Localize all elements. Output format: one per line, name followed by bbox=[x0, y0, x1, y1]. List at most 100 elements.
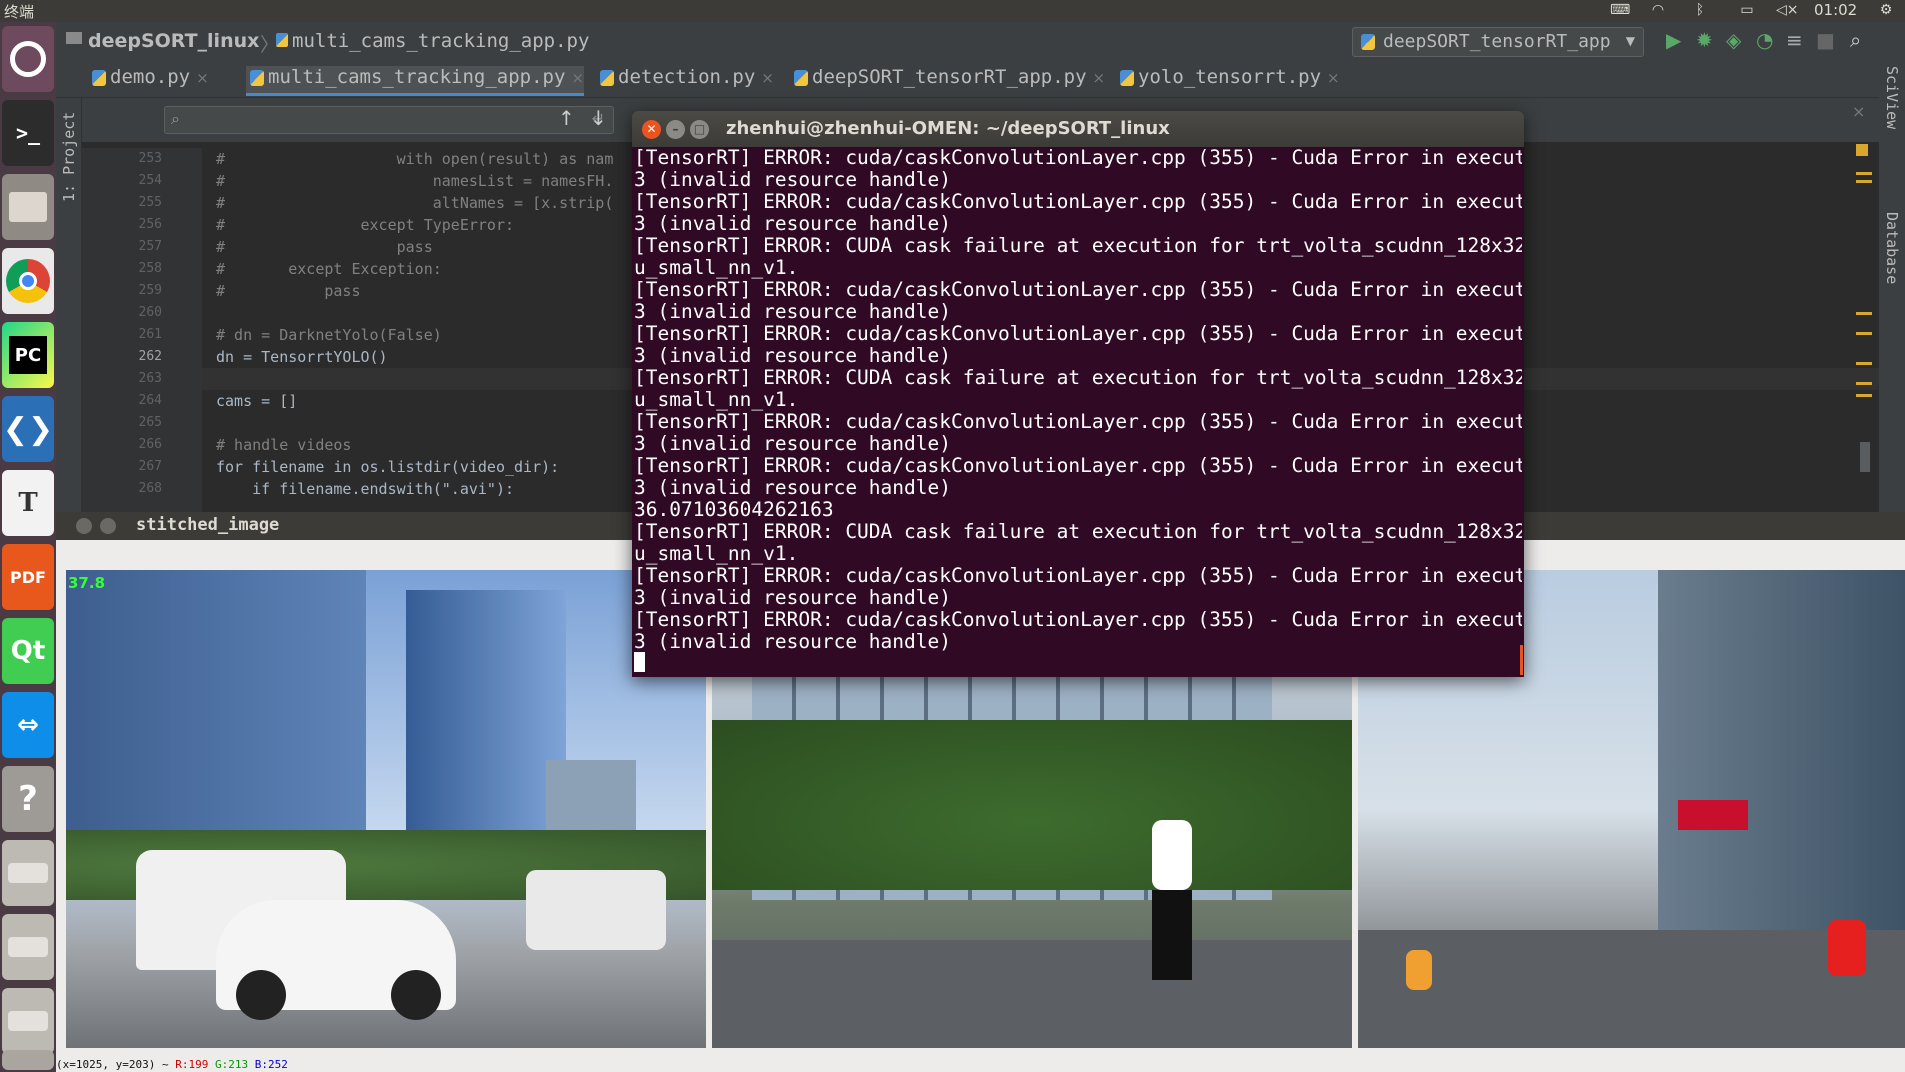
build-icon[interactable]: ≡ bbox=[1786, 28, 1803, 52]
code-line: # dn = DarknetYolo(False) bbox=[216, 326, 442, 344]
gear-icon[interactable]: ⚙ bbox=[1878, 3, 1894, 17]
teamviewer-icon[interactable]: ⇔ bbox=[2, 692, 54, 758]
profile-icon[interactable]: ◔ bbox=[1756, 28, 1773, 52]
terminal-line: [TensorRT] ERROR: cuda/caskConvolutionLa… bbox=[634, 190, 1522, 213]
error-stripe-mark[interactable] bbox=[1856, 332, 1872, 335]
tab-deepsort-tensorrt-app[interactable]: deepSORT_tensorRT_app.py × bbox=[790, 66, 1105, 96]
fps-readout: 37.8 bbox=[68, 574, 106, 592]
line-number: 263 bbox=[138, 371, 162, 386]
terminal-titlebar[interactable]: ✕ – □ zhenhui@zhenhui-OMEN: ~/deepSORT_l… bbox=[632, 111, 1524, 147]
terminal-line: 3 (invalid resource handle) bbox=[634, 586, 951, 609]
ubuntu-dash-icon[interactable] bbox=[2, 26, 54, 92]
vscode-icon[interactable]: ❮❯ bbox=[2, 396, 54, 462]
terminal-line: [TensorRT] ERROR: CUDA cask failure at e… bbox=[634, 520, 1522, 543]
tab-detection[interactable]: detection.py × bbox=[596, 66, 774, 96]
editor-scrollbar[interactable] bbox=[1860, 442, 1870, 472]
line-number: 268 bbox=[138, 481, 162, 496]
terminal-icon[interactable]: >_ bbox=[2, 100, 54, 166]
volume-mute-icon[interactable]: ◁× bbox=[1776, 3, 1799, 17]
foxit-pdf-icon[interactable]: PDF bbox=[2, 544, 54, 610]
sciview-tool-button[interactable]: SciView bbox=[1883, 66, 1901, 176]
wifi-icon[interactable]: ◠ bbox=[1650, 3, 1666, 17]
tab-yolo-tensorrt[interactable]: yolo_tensorrt.py × bbox=[1116, 66, 1340, 96]
line-number: 266 bbox=[138, 437, 162, 452]
close-icon[interactable]: × bbox=[1093, 69, 1106, 87]
files-icon[interactable] bbox=[2, 174, 54, 240]
active-app-name: 终端 bbox=[4, 3, 35, 21]
line-number: 260 bbox=[138, 305, 162, 320]
line-number: 265 bbox=[138, 415, 162, 430]
maximize-icon[interactable]: □ bbox=[690, 120, 709, 139]
error-stripe-mark[interactable] bbox=[1856, 312, 1872, 315]
breadcrumb-project[interactable]: deepSORT_linux bbox=[88, 30, 259, 52]
battery-icon[interactable]: ▭ bbox=[1734, 3, 1760, 17]
keyboard-icon[interactable]: ⌨ bbox=[1610, 3, 1630, 17]
close-icon[interactable]: × bbox=[571, 69, 584, 87]
terminal-line: [TensorRT] ERROR: cuda/caskConvolutionLa… bbox=[634, 278, 1522, 301]
minimize-icon[interactable] bbox=[100, 518, 116, 534]
trash-icon[interactable] bbox=[2, 1050, 54, 1070]
error-stripe-mark[interactable] bbox=[1856, 362, 1872, 365]
error-stripe-mark[interactable] bbox=[1856, 180, 1872, 183]
project-tool-button[interactable]: 1: Project bbox=[60, 102, 78, 202]
python-file-icon bbox=[250, 70, 264, 86]
tab-demo[interactable]: demo.py × bbox=[88, 66, 209, 96]
drive-icon[interactable] bbox=[2, 914, 54, 980]
breadcrumb-file[interactable]: multi_cams_tracking_app.py bbox=[276, 30, 589, 52]
inspection-warning-marker[interactable] bbox=[1856, 144, 1868, 156]
window-title: stitched_image bbox=[136, 515, 280, 535]
python-file-icon bbox=[1120, 70, 1134, 86]
drive-icon[interactable] bbox=[2, 840, 54, 906]
python-file-icon bbox=[92, 70, 106, 86]
terminal-line: [TensorRT] ERROR: cuda/caskConvolutionLa… bbox=[634, 564, 1522, 587]
left-tool-strip: 1: Project bbox=[56, 98, 82, 512]
stop-icon[interactable]: ■ bbox=[1816, 28, 1835, 52]
error-stripe-mark[interactable] bbox=[1856, 172, 1872, 175]
terminal-line: 3 (invalid resource handle) bbox=[634, 432, 951, 455]
terminal-output[interactable]: [TensorRT] ERROR: cuda/caskConvolutionLa… bbox=[634, 147, 1522, 675]
coverage-icon[interactable]: ◈ bbox=[1726, 28, 1741, 52]
qt-creator-icon[interactable]: Qt bbox=[2, 618, 54, 684]
close-icon[interactable]: ✕ bbox=[642, 120, 661, 139]
error-stripe-mark[interactable] bbox=[1856, 382, 1872, 385]
database-tool-button[interactable]: Database bbox=[1883, 212, 1901, 332]
terminal-line: [TensorRT] ERROR: cuda/caskConvolutionLa… bbox=[634, 608, 1522, 631]
minimize-icon[interactable]: – bbox=[666, 120, 685, 139]
terminal-line: [TensorRT] ERROR: cuda/caskConvolutionLa… bbox=[634, 147, 1522, 169]
close-icon[interactable]: × bbox=[1327, 69, 1340, 87]
close-icon[interactable]: × bbox=[1852, 102, 1865, 121]
code-line: # handle videos bbox=[216, 436, 352, 454]
pixel-status-line: (x=1025, y=203) ~ R:199 G:213 B:252 bbox=[56, 1058, 1905, 1072]
code-line: # namesList = namesFH. bbox=[216, 172, 614, 190]
terminal-line: [TensorRT] ERROR: cuda/caskConvolutionLa… bbox=[634, 454, 1522, 477]
arrow-up-icon[interactable]: ↑ bbox=[558, 106, 575, 130]
terminal-title: zhenhui@zhenhui-OMEN: ~/deepSORT_linux bbox=[726, 118, 1170, 139]
launcher-sidebar: >_ PC ❮❯ T PDF Qt ⇔ ? bbox=[0, 22, 56, 1072]
bluetooth-icon[interactable]: ᛒ bbox=[1692, 3, 1708, 17]
run-config-select[interactable]: deepSORT_tensorRT_app ▼ bbox=[1352, 27, 1644, 57]
tab-multi-cams-tracking-app[interactable]: multi_cams_tracking_app.py × bbox=[246, 66, 584, 96]
terminal-window[interactable]: ✕ – □ zhenhui@zhenhui-OMEN: ~/deepSORT_l… bbox=[632, 111, 1524, 677]
pycharm-icon[interactable]: PC bbox=[2, 322, 54, 388]
clock[interactable]: 01:02 bbox=[1814, 1, 1857, 19]
search-icon[interactable]: ⌕ bbox=[1850, 28, 1861, 52]
error-stripe-mark[interactable] bbox=[1856, 394, 1872, 397]
terminal-line: 3 (invalid resource handle) bbox=[634, 476, 951, 499]
drive-icon[interactable] bbox=[2, 988, 54, 1054]
line-number: 262 bbox=[138, 349, 162, 364]
terminal-line: u_small_nn_v1. bbox=[634, 388, 799, 411]
help-icon[interactable]: ? bbox=[2, 766, 54, 832]
python-file-icon bbox=[600, 70, 614, 86]
typora-icon[interactable]: T bbox=[2, 470, 54, 536]
chrome-icon[interactable] bbox=[2, 248, 54, 314]
arrow-down-icon[interactable]: ↓ bbox=[590, 106, 607, 130]
run-icon[interactable]: ▶ bbox=[1666, 28, 1681, 52]
close-icon[interactable]: × bbox=[761, 69, 774, 87]
terminal-line: u_small_nn_v1. bbox=[634, 542, 799, 565]
close-icon[interactable] bbox=[76, 518, 92, 534]
close-icon[interactable]: × bbox=[196, 69, 209, 87]
terminal-scrollbar[interactable] bbox=[1520, 645, 1523, 675]
terminal-line: [TensorRT] ERROR: cuda/caskConvolutionLa… bbox=[634, 322, 1522, 345]
debug-icon[interactable]: ✹ bbox=[1696, 28, 1713, 52]
search-input[interactable]: ⌕ ↵ bbox=[164, 106, 614, 134]
